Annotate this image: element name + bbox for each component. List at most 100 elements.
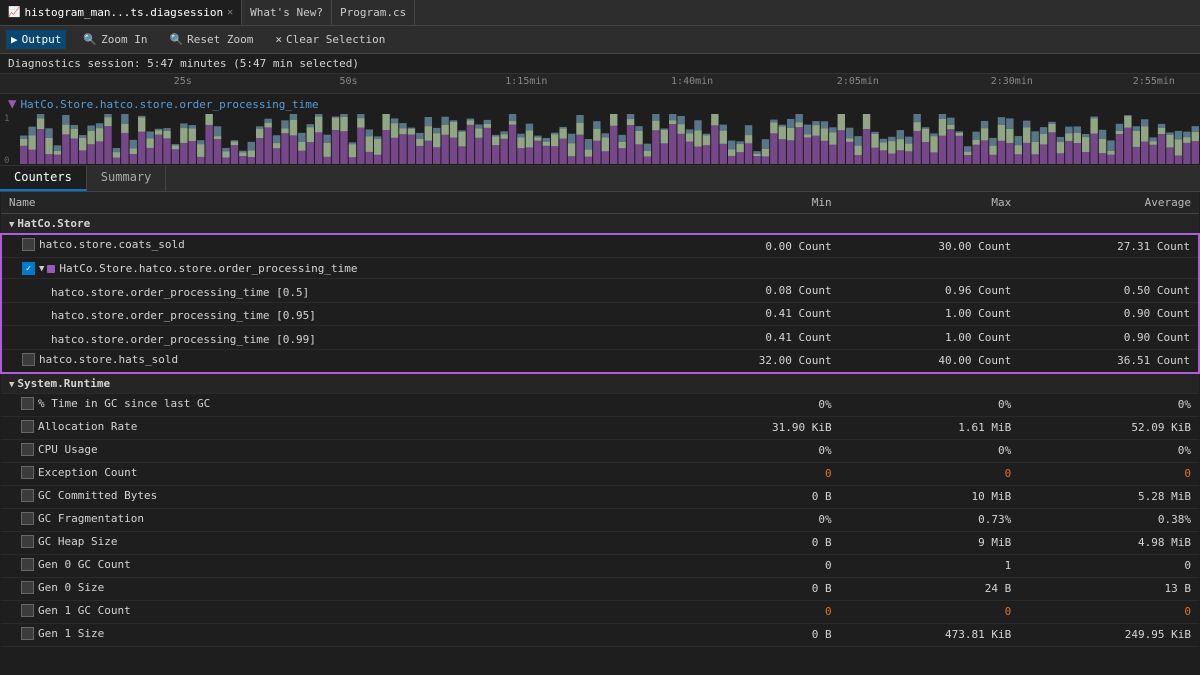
tab-diagsession[interactable]: 📈 histogram_man...ts.diagsession ✕ [0, 0, 242, 25]
cell-avg: 0.90 Count [1019, 326, 1199, 350]
tab-programcs[interactable]: Program.cs [332, 0, 415, 25]
row-checkbox[interactable] [22, 353, 35, 366]
zero-value: 0 [1005, 467, 1012, 480]
cell-max: 0% [840, 439, 1020, 462]
zero-value: 0 [1184, 605, 1191, 618]
row-checkbox[interactable] [21, 489, 34, 502]
cell-avg: 0% [1019, 393, 1199, 416]
chart-expand-icon: ▼ [8, 96, 16, 112]
zero-value: 0 [825, 467, 832, 480]
zoom-in-button[interactable]: 🔍 Zoom In [78, 30, 152, 49]
cell-name: Gen 1 Size [1, 623, 660, 646]
cell-min: 32.00 Count [660, 349, 840, 373]
cell-min: 0.00 Count [660, 234, 840, 258]
ruler-mark-25s: 25s [174, 76, 192, 87]
table-container[interactable]: Name Min Max Average ▼HatCo.Storehatco.s… [0, 192, 1200, 651]
row-checkbox[interactable] [21, 604, 34, 617]
output-icon: ▶ [11, 33, 18, 46]
diagsession-icon: 📈 [8, 7, 20, 18]
cell-min: 0.08 Count [660, 279, 840, 303]
row-checkbox[interactable] [21, 443, 34, 456]
reset-zoom-button[interactable]: 🔍 Reset Zoom [164, 30, 258, 49]
table-row[interactable]: Allocation Rate31.90 KiB1.61 MiB52.09 Ki… [1, 416, 1199, 439]
cell-avg: 0.90 Count [1019, 302, 1199, 326]
cell-avg: 4.98 MiB [1019, 531, 1199, 554]
ruler-mark-115: 1:15min [505, 76, 547, 87]
chart-area[interactable]: ▼ HatCo.Store.hatco.store.order_processi… [0, 94, 1200, 166]
clear-selection-button[interactable]: ⨯ Clear Selection [270, 30, 390, 49]
col-max-header: Max [840, 192, 1020, 214]
cell-name: CPU Usage [1, 439, 660, 462]
cell-name: Gen 0 Size [1, 577, 660, 600]
cell-max [840, 258, 1020, 279]
row-label: Gen 1 Size [38, 627, 104, 640]
table-row[interactable]: GC Heap Size0 B9 MiB4.98 MiB [1, 531, 1199, 554]
row-checkbox[interactable] [21, 627, 34, 640]
table-row[interactable]: GC Fragmentation0%0.73%0.38% [1, 508, 1199, 531]
row-checkbox[interactable] [21, 535, 34, 548]
group-header: ▼System.Runtime [1, 373, 1199, 394]
row-label: HatCo.Store.hatco.store.order_processing… [59, 262, 357, 275]
cell-min: 0% [660, 439, 840, 462]
cell-avg: 0.50 Count [1019, 279, 1199, 303]
ruler-mark-50s: 50s [340, 76, 358, 87]
reset-zoom-label: Reset Zoom [187, 33, 253, 46]
cell-max: 1.61 MiB [840, 416, 1020, 439]
tab-whatsnew[interactable]: What's New? [242, 0, 332, 25]
row-label: GC Heap Size [38, 535, 117, 548]
cell-min [660, 258, 840, 279]
table-row[interactable]: Gen 1 Size0 B473.81 KiB249.95 KiB [1, 623, 1199, 646]
table-row[interactable]: Gen 0 GC Count010 [1, 554, 1199, 577]
cell-min: 0% [660, 508, 840, 531]
row-checkbox[interactable] [22, 238, 35, 251]
table-row[interactable]: ▼HatCo.Store.hatco.store.order_processin… [1, 258, 1199, 279]
color-swatch [47, 265, 55, 273]
col-name-header: Name [1, 192, 660, 214]
cell-max: 0 [840, 600, 1020, 623]
row-label: Exception Count [38, 466, 137, 479]
cell-max: 0 [840, 462, 1020, 485]
chart-y-labels: 1 0 [4, 114, 9, 166]
row-label: Gen 0 GC Count [38, 558, 131, 571]
output-button[interactable]: ▶ Output [6, 30, 66, 49]
row-checkbox[interactable] [22, 262, 35, 275]
cell-min: 0 B [660, 485, 840, 508]
cell-name: GC Heap Size [1, 531, 660, 554]
table-row[interactable]: Gen 0 Size0 B24 B13 B [1, 577, 1199, 600]
cell-min: 0 [660, 462, 840, 485]
zero-value: 0 [1005, 605, 1012, 618]
row-checkbox[interactable] [21, 512, 34, 525]
row-checkbox[interactable] [21, 420, 34, 433]
row-label: GC Committed Bytes [38, 489, 157, 502]
tab-counters[interactable]: Counters [0, 166, 87, 191]
cell-name: Gen 0 GC Count [1, 554, 660, 577]
tab-summary[interactable]: Summary [87, 166, 167, 191]
row-checkbox[interactable] [21, 397, 34, 410]
ruler-mark-230: 2:30min [991, 76, 1033, 87]
tab-label: What's New? [250, 6, 323, 19]
row-checkbox[interactable] [21, 581, 34, 594]
cell-max: 0.73% [840, 508, 1020, 531]
cell-min: 0% [660, 393, 840, 416]
row-label: Gen 0 Size [38, 581, 104, 594]
table-row[interactable]: hatco.store.order_processing_time [0.5]0… [1, 279, 1199, 303]
table-row[interactable]: % Time in GC since last GC0%0%0% [1, 393, 1199, 416]
table-row[interactable]: GC Committed Bytes0 B10 MiB5.28 MiB [1, 485, 1199, 508]
cell-name: Allocation Rate [1, 416, 660, 439]
table-row[interactable]: CPU Usage0%0%0% [1, 439, 1199, 462]
row-label: hatco.store.order_processing_time [0.95] [51, 309, 316, 322]
y-label-0: 0 [4, 156, 9, 166]
table-row[interactable]: Exception Count000 [1, 462, 1199, 485]
chart-svg: // Generate bar chart data programmatica… [20, 114, 1200, 164]
table-row[interactable]: hatco.store.hats_sold32.00 Count40.00 Co… [1, 349, 1199, 373]
table-row[interactable]: hatco.store.coats_sold0.00 Count30.00 Co… [1, 234, 1199, 258]
table-row[interactable]: hatco.store.order_processing_time [0.95]… [1, 302, 1199, 326]
table-row[interactable]: hatco.store.order_processing_time [0.99]… [1, 326, 1199, 350]
table-row[interactable]: Gen 1 GC Count000 [1, 600, 1199, 623]
cell-name: hatco.store.order_processing_time [0.99] [1, 326, 660, 350]
row-checkbox[interactable] [21, 558, 34, 571]
tab-label: histogram_man...ts.diagsession [24, 6, 223, 19]
col-avg-header: Average [1019, 192, 1199, 214]
row-checkbox[interactable] [21, 466, 34, 479]
tab-close-btn[interactable]: ✕ [227, 7, 233, 18]
